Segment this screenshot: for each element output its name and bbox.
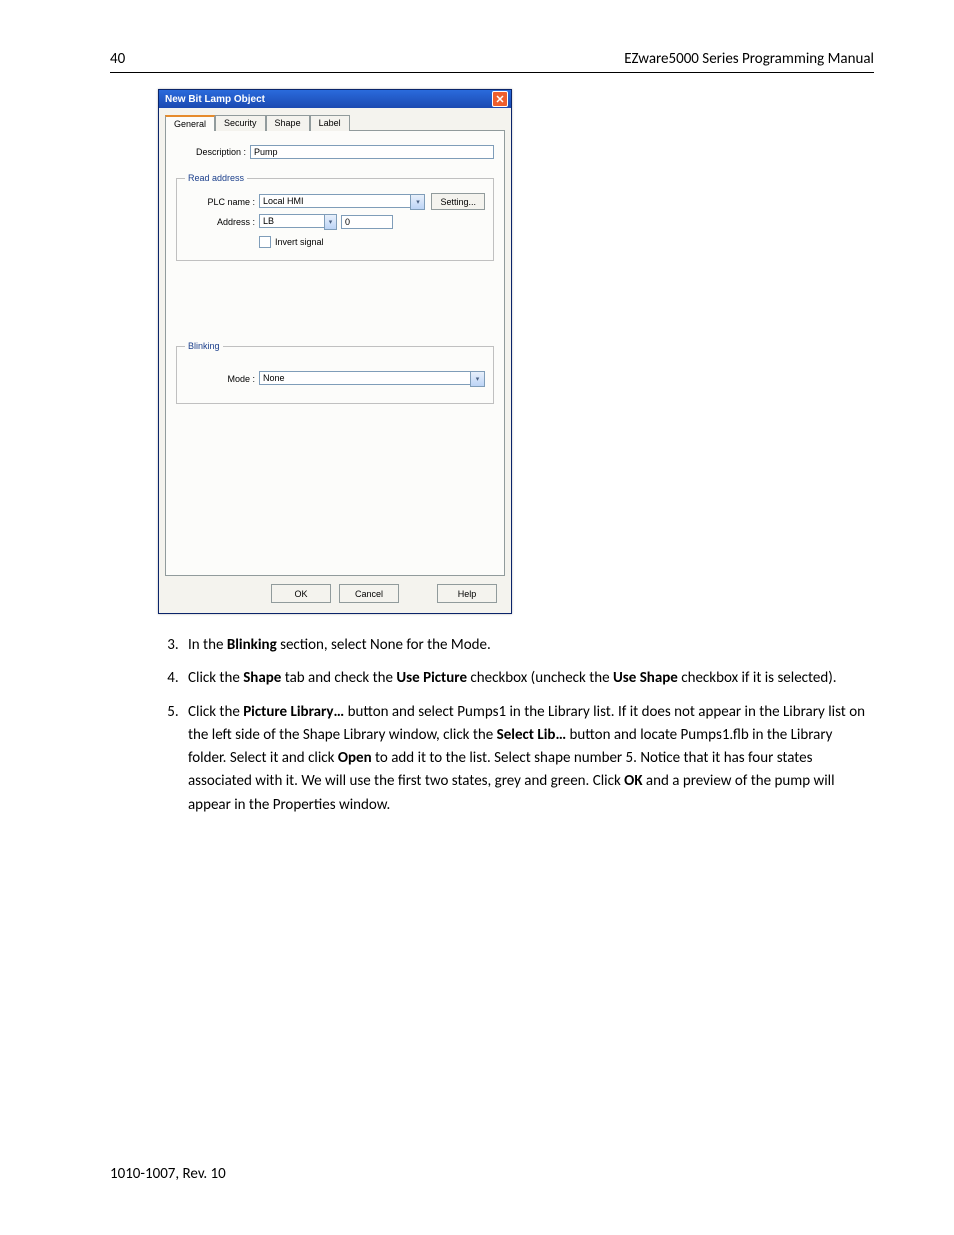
chevron-down-icon[interactable]: ▾: [324, 214, 337, 230]
tab-shape[interactable]: Shape: [266, 115, 310, 131]
address-type-combo[interactable]: [259, 214, 324, 228]
description-input[interactable]: [250, 145, 494, 159]
description-label: Description :: [176, 147, 250, 157]
dialog-button-row: OK Cancel Help: [165, 576, 505, 603]
header-rule: [110, 72, 874, 73]
blinking-legend: Blinking: [185, 341, 223, 351]
read-address-group: Read address PLC name : ▾ Setting... Add…: [176, 173, 494, 261]
chevron-down-icon[interactable]: ▾: [410, 194, 425, 210]
invert-signal-checkbox[interactable]: Invert signal: [259, 236, 485, 248]
tab-strip: General Security Shape Label: [165, 114, 505, 131]
close-icon[interactable]: [492, 91, 508, 107]
page-number: 40: [110, 50, 125, 68]
blinking-group: Blinking Mode : ▾: [176, 341, 494, 404]
setting-button[interactable]: Setting...: [431, 193, 485, 210]
checkbox-icon: [259, 236, 271, 248]
tab-general[interactable]: General: [165, 115, 215, 131]
tab-label[interactable]: Label: [310, 115, 350, 131]
plc-name-label: PLC name :: [185, 197, 259, 207]
address-value-input[interactable]: [341, 215, 393, 229]
ok-button[interactable]: OK: [271, 584, 331, 603]
mode-combo[interactable]: [259, 371, 470, 385]
read-address-legend: Read address: [185, 173, 247, 183]
help-button[interactable]: Help: [437, 584, 497, 603]
mode-label: Mode :: [185, 374, 259, 384]
manual-title: EZware5000 Series Programming Manual: [624, 50, 874, 68]
step-4: Click the Shape tab and check the Use Pi…: [182, 667, 874, 690]
titlebar: New Bit Lamp Object: [159, 90, 511, 108]
address-label: Address :: [185, 217, 259, 227]
dialog-title: New Bit Lamp Object: [165, 94, 265, 105]
instruction-list: In the Blinking section, select None for…: [110, 634, 874, 817]
plc-name-combo[interactable]: [259, 194, 410, 208]
footer-revision: 1010-1007, Rev. 10: [110, 1165, 226, 1183]
tab-security[interactable]: Security: [215, 115, 266, 131]
tab-panel-general: Description : Read address PLC name : ▾ …: [165, 131, 505, 576]
bit-lamp-dialog: New Bit Lamp Object General Security Sha…: [158, 89, 512, 614]
step-3: In the Blinking section, select None for…: [182, 634, 874, 657]
step-5: Click the Picture Library… button and se…: [182, 701, 874, 817]
chevron-down-icon[interactable]: ▾: [470, 371, 485, 387]
cancel-button[interactable]: Cancel: [339, 584, 399, 603]
invert-signal-label: Invert signal: [275, 237, 324, 247]
